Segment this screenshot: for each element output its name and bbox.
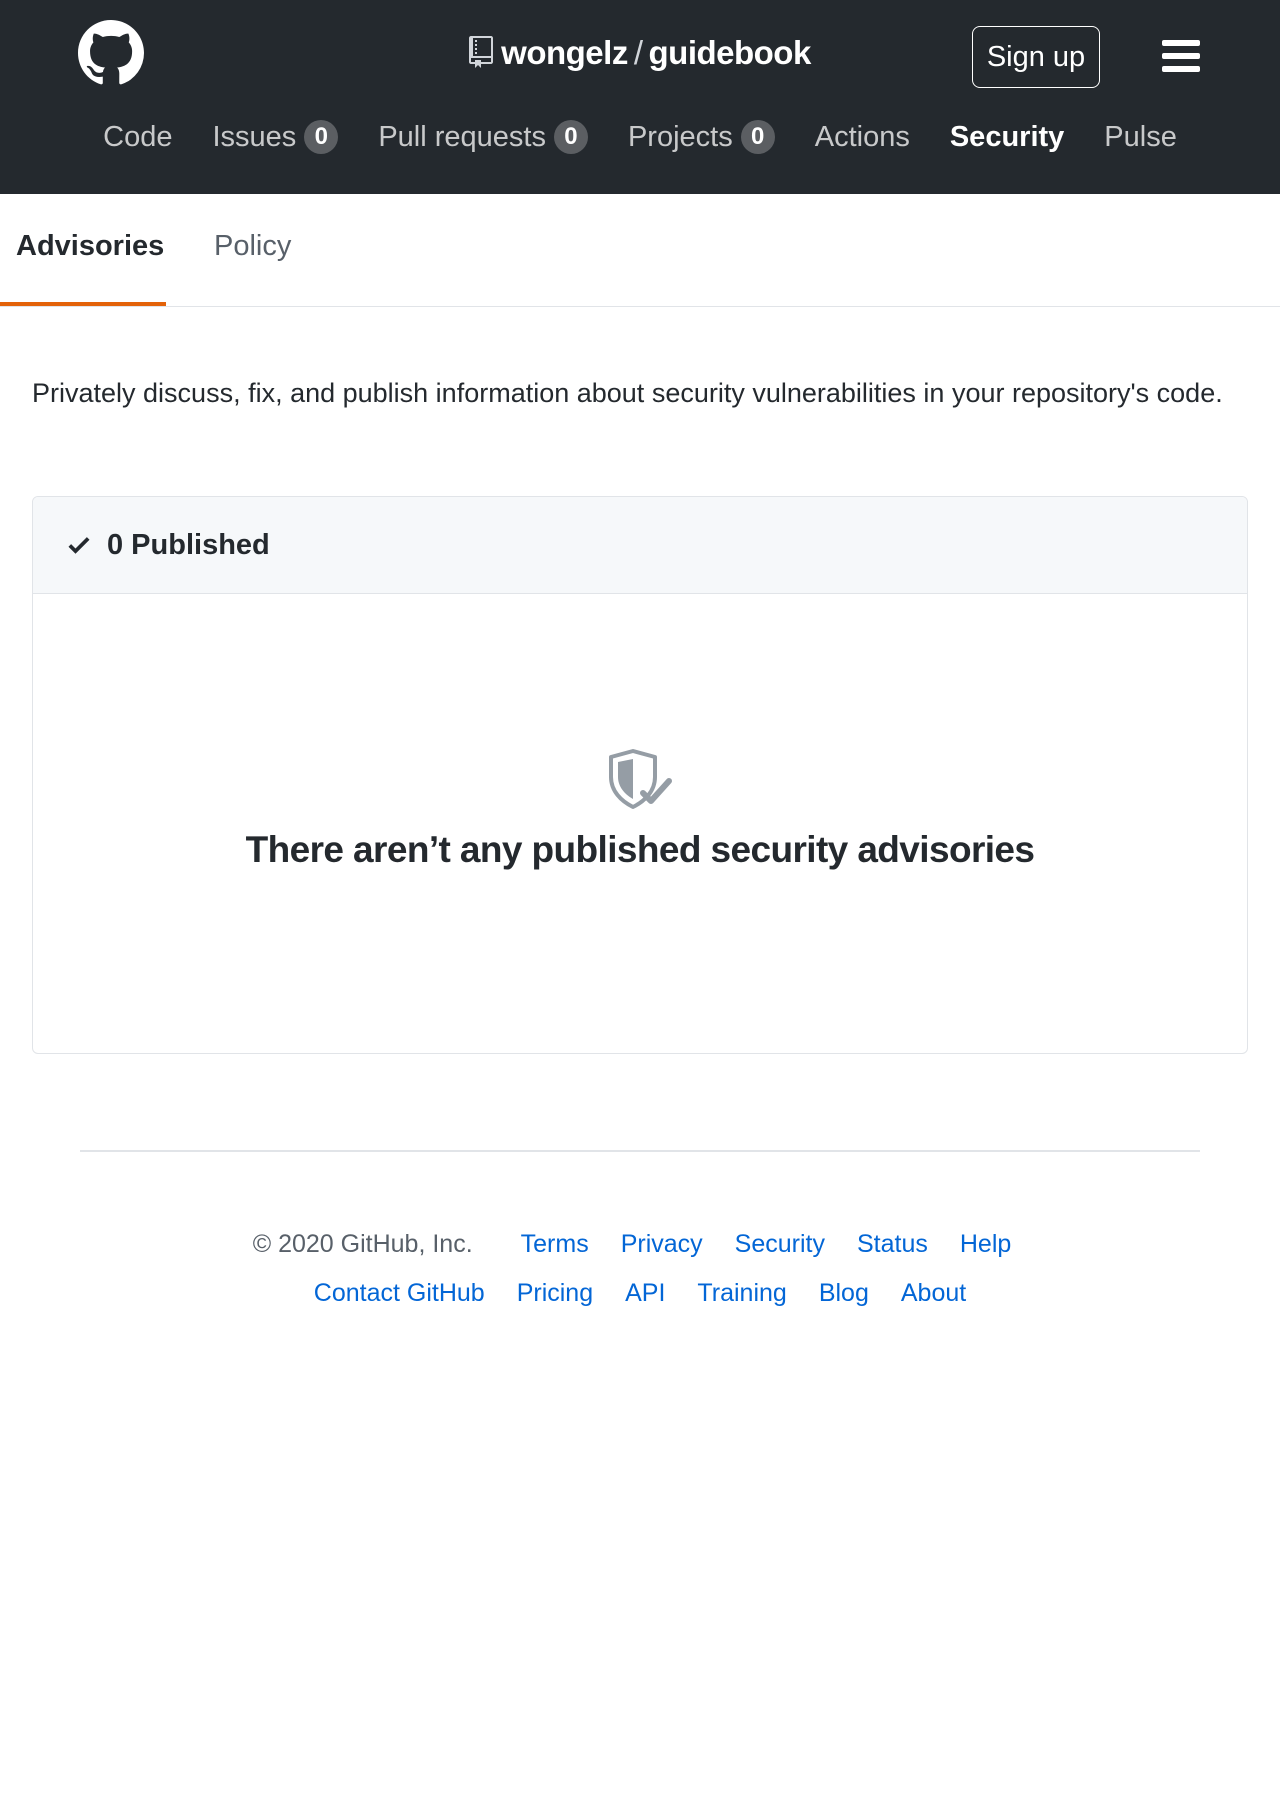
active-tab-underline xyxy=(0,302,166,306)
nav-label: Code xyxy=(103,120,173,153)
repo-separator: / xyxy=(633,34,643,71)
footer-link-privacy[interactable]: Privacy xyxy=(621,1230,703,1259)
footer-link-help[interactable]: Help xyxy=(960,1230,1011,1259)
tab-advisories[interactable]: Advisories xyxy=(16,230,164,263)
security-subnav: Advisories Policy xyxy=(0,194,1280,307)
repo-owner-link[interactable]: wongelz xyxy=(501,34,628,71)
nav-item-issues[interactable]: Issues 0 xyxy=(212,120,339,154)
footer-link-terms[interactable]: Terms xyxy=(521,1230,589,1259)
check-icon xyxy=(68,537,90,554)
repo-name-link[interactable]: guidebook xyxy=(649,34,812,71)
published-filter[interactable]: 0 Published xyxy=(33,497,1247,594)
nav-label: Pulse xyxy=(1104,120,1177,153)
pull-requests-counter: 0 xyxy=(553,120,588,154)
footer-row-2: Contact GitHub Pricing API Training Blog… xyxy=(0,1279,1280,1308)
site-footer: © 2020 GitHub, Inc. Terms Privacy Securi… xyxy=(0,1230,1280,1328)
sign-up-button[interactable]: Sign up xyxy=(972,26,1100,88)
footer-link-about[interactable]: About xyxy=(901,1279,966,1308)
site-header: wongelz / guidebook Sign up Code Issues 0 … xyxy=(0,0,1280,194)
nav-item-actions[interactable]: Actions xyxy=(815,120,910,154)
nav-label: Projects xyxy=(627,120,733,153)
nav-label: Pull requests xyxy=(378,120,546,153)
issues-counter: 0 xyxy=(304,120,339,154)
hamburger-icon[interactable] xyxy=(1162,40,1200,74)
footer-link-blog[interactable]: Blog xyxy=(819,1279,869,1308)
advisories-box: 0 Published There aren’t any published s… xyxy=(32,496,1248,1054)
nav-item-pulse[interactable]: Pulse xyxy=(1104,120,1177,154)
repo-nav: Code Issues 0 Pull requests 0 Projects 0… xyxy=(0,120,1280,154)
shield-check-icon xyxy=(609,749,672,809)
projects-counter: 0 xyxy=(740,120,775,154)
footer-link-status[interactable]: Status xyxy=(857,1230,928,1259)
nav-item-security[interactable]: Security xyxy=(950,120,1064,154)
nav-label: Issues xyxy=(212,120,297,153)
footer-copyright: © 2020 GitHub, Inc. xyxy=(252,1230,473,1258)
tab-policy[interactable]: Policy xyxy=(214,230,291,263)
blankslate-title: There aren’t any published security advi… xyxy=(245,829,1035,870)
footer-divider xyxy=(80,1150,1200,1152)
footer-link-contact[interactable]: Contact GitHub xyxy=(314,1279,485,1308)
footer-row-1: © 2020 GitHub, Inc. Terms Privacy Securi… xyxy=(0,1230,1280,1259)
nav-item-projects[interactable]: Projects 0 xyxy=(628,120,775,154)
footer-link-security[interactable]: Security xyxy=(735,1230,825,1259)
repo-icon xyxy=(469,36,494,69)
nav-item-code[interactable]: Code xyxy=(103,120,172,154)
blankslate: There aren’t any published security advi… xyxy=(33,747,1247,871)
footer-link-training[interactable]: Training xyxy=(697,1279,786,1308)
nav-label: Security xyxy=(949,120,1065,153)
nav-item-pull-requests[interactable]: Pull requests 0 xyxy=(378,120,588,154)
footer-link-api[interactable]: API xyxy=(625,1279,665,1308)
published-count-label: 0 Published xyxy=(107,528,270,561)
nav-label: Actions xyxy=(814,120,910,153)
footer-link-pricing[interactable]: Pricing xyxy=(517,1279,593,1308)
intro-text: Privately discuss, fix, and publish info… xyxy=(32,378,1223,408)
